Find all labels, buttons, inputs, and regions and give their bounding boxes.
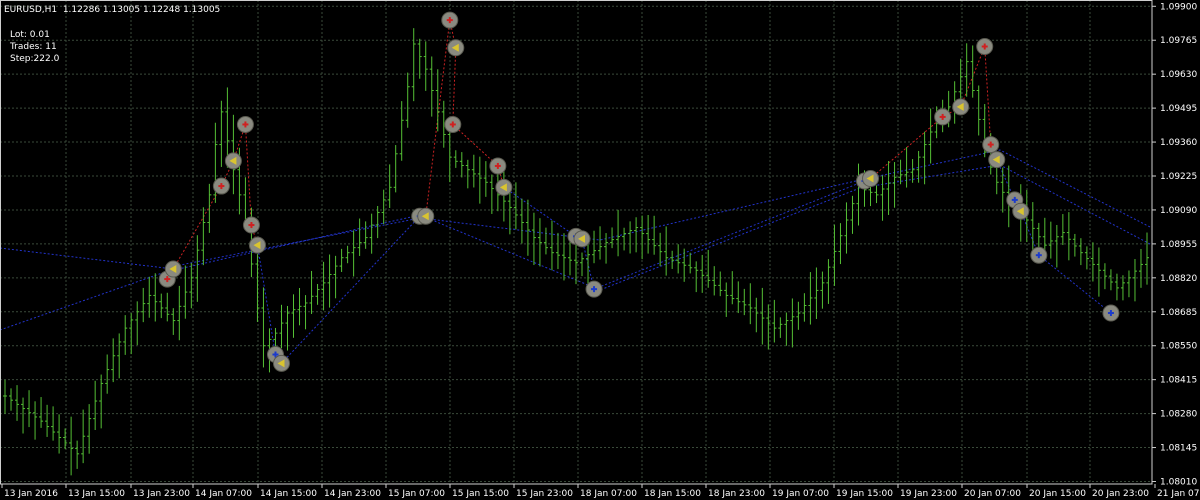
y-tick-label: 1.09630 — [1160, 70, 1197, 80]
y-tick-label: 1.08550 — [1160, 342, 1197, 352]
y-tick-label: 1.09900 — [1160, 2, 1197, 12]
y-tick-label: 1.08685 — [1160, 308, 1197, 318]
x-tick-label: 15 Jan 07:00 — [388, 489, 445, 499]
y-tick-label: 1.09360 — [1160, 138, 1197, 148]
trade-link-line — [452, 124, 499, 167]
x-tick-label: 15 Jan 23:00 — [516, 489, 573, 499]
y-tick-label: 1.09765 — [1160, 36, 1197, 46]
y-tick-label: 1.08145 — [1160, 444, 1197, 454]
x-tick-label: 13 Jan 23:00 — [133, 489, 190, 499]
trade-link-line — [593, 180, 865, 290]
x-tick-label: 18 Jan 23:00 — [708, 489, 765, 499]
x-tick-label: 19 Jan 23:00 — [900, 489, 957, 499]
y-tick-label: 1.09495 — [1160, 104, 1197, 114]
x-tick-label: 13 Jan 15:00 — [68, 489, 125, 499]
x-tick-label: 20 Jan 15:00 — [1029, 489, 1086, 499]
lot-label: Lot: 0.01 — [10, 30, 50, 40]
trades-label: Trades: 11 — [10, 42, 57, 52]
x-tick-label: 18 Jan 07:00 — [580, 489, 637, 499]
y-tick-label: 1.08280 — [1160, 410, 1197, 420]
y-tick-label: 1.08820 — [1160, 274, 1197, 284]
trade-markers — [158, 11, 1120, 372]
price-bars — [3, 28, 1149, 476]
x-tick-label: 13 Jan 2016 — [4, 489, 58, 499]
x-tick-label: 20 Jan 23:00 — [1092, 489, 1149, 499]
step-label: Step:222.0 — [10, 54, 60, 64]
x-tick-label: 15 Jan 15:00 — [452, 489, 509, 499]
y-tick-label: 1.08415 — [1160, 376, 1197, 386]
price-chart: 1.09900 1.09765 1.09630 1.09495 1.09360 1.092… — [0, 0, 1200, 499]
x-tick-label: 20 Jan 07:00 — [964, 489, 1021, 499]
x-tick-label: 21 Jan 07:00 — [1157, 489, 1200, 499]
y-tick-label: 1.09090 — [1160, 206, 1197, 216]
x-tick-label: 14 Jan 23:00 — [324, 489, 381, 499]
x-tick-label: 14 Jan 07:00 — [195, 489, 252, 499]
y-tick-label: 1.08010 — [1160, 477, 1197, 487]
symbol-info: EURUSD,H1 1.12286 1.13005 1.12248 1.1300… — [4, 5, 221, 15]
x-tick-label: 18 Jan 15:00 — [644, 489, 701, 499]
trade-link-line — [256, 245, 276, 355]
trade-link-line — [1038, 254, 1112, 314]
trade-link-line — [452, 47, 457, 125]
y-tick-label: 1.09225 — [1160, 172, 1197, 182]
y-tick-label: 1.08955 — [1160, 240, 1197, 250]
x-tick-label: 19 Jan 15:00 — [836, 489, 893, 499]
x-tick-label: 19 Jan 07:00 — [772, 489, 829, 499]
trade-link-line — [281, 215, 421, 364]
x-tick-label: 14 Jan 15:00 — [260, 489, 317, 499]
trade-link-line — [984, 46, 992, 145]
